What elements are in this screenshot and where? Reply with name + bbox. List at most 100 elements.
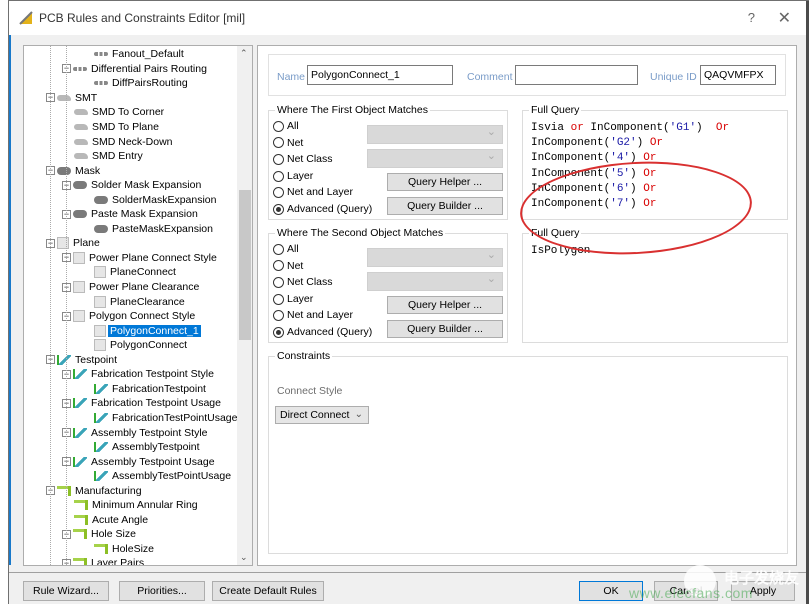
tree-item[interactable]: − Fabrication Testpoint Usage bbox=[62, 396, 223, 411]
tree-item[interactable]: DiffPairsRouting bbox=[94, 76, 190, 91]
tree-scrollbar[interactable]: ⌃ ⌄ bbox=[237, 46, 252, 565]
tree-item[interactable]: − Layer Pairs bbox=[62, 556, 146, 566]
scroll-down-icon[interactable]: ⌄ bbox=[240, 552, 248, 563]
second-query-helper-button[interactable]: Query Helper ... bbox=[387, 296, 503, 314]
tree-item[interactable]: SolderMaskExpansion bbox=[94, 193, 218, 208]
first-full-query-group: Full Query Isvia or InComponent('G1') Or… bbox=[522, 104, 788, 220]
tree-item[interactable]: FabricationTestPointUsage bbox=[94, 411, 239, 426]
tree-item[interactable]: − Manufacturing bbox=[46, 484, 144, 499]
first-radio-net[interactable]: Net bbox=[273, 136, 303, 150]
ok-button[interactable]: OK bbox=[579, 581, 643, 601]
scroll-thumb[interactable] bbox=[239, 190, 251, 340]
route-icon bbox=[94, 52, 108, 57]
unique-id-input[interactable]: QAQVMFPX bbox=[700, 65, 776, 85]
first-radio-layer[interactable]: Layer bbox=[273, 169, 313, 183]
tree-item[interactable]: SMD Entry bbox=[74, 149, 145, 164]
name-input[interactable]: PolygonConnect_1 bbox=[307, 65, 453, 85]
tree-item[interactable]: Acute Angle bbox=[74, 513, 150, 528]
tree-item[interactable]: − Hole Size bbox=[62, 527, 138, 542]
tree-item[interactable]: − Mask bbox=[46, 163, 102, 178]
cancel-button[interactable]: Cancel bbox=[654, 581, 718, 601]
tree-item-label: Assembly Testpoint Style bbox=[91, 426, 208, 439]
first-query-helper-button[interactable]: Query Helper ... bbox=[387, 173, 503, 191]
radio-circle-icon[interactable] bbox=[273, 243, 284, 255]
radio-circle-icon[interactable] bbox=[273, 137, 284, 149]
comment-input[interactable] bbox=[515, 65, 638, 85]
second-radio-all[interactable]: All bbox=[273, 242, 299, 256]
radio-circle-icon[interactable] bbox=[273, 120, 284, 132]
second-full-query-text[interactable]: IsPolygon bbox=[531, 244, 590, 259]
tree-item-label: SMD To Plane bbox=[92, 120, 159, 133]
tree-item[interactable]: − SMT bbox=[46, 91, 99, 106]
first-query-builder-button[interactable]: Query Builder ... bbox=[387, 197, 503, 215]
second-radio-net-and-layer[interactable]: Net and Layer bbox=[273, 308, 353, 322]
tree-item[interactable]: − Fabrication Testpoint Style bbox=[62, 367, 216, 382]
tree-item[interactable]: PlaneConnect bbox=[94, 265, 178, 280]
tree-item[interactable]: SMD To Corner bbox=[74, 105, 166, 120]
query-line: InComponent('6') Or bbox=[531, 182, 729, 197]
create-default-rules-button[interactable]: Create Default Rules bbox=[212, 581, 324, 601]
tree-item[interactable]: AssemblyTestPointUsage bbox=[94, 469, 233, 484]
scroll-up-icon[interactable]: ⌃ bbox=[240, 48, 248, 59]
second-radio-net-class[interactable]: Net Class bbox=[273, 275, 333, 289]
tree-item[interactable]: − Solder Mask Expansion bbox=[62, 178, 203, 193]
radio-circle-icon[interactable] bbox=[273, 153, 284, 165]
first-radio-net-class[interactable]: Net Class bbox=[273, 152, 333, 166]
tree-item-label: Solder Mask Expansion bbox=[91, 179, 202, 192]
plane-icon bbox=[57, 237, 69, 250]
tree-item[interactable]: − Power Plane Connect Style bbox=[62, 251, 219, 266]
radio-circle-icon[interactable] bbox=[273, 276, 284, 288]
priorities-button[interactable]: Priorities... bbox=[119, 581, 205, 601]
second-full-query-group: Full Query IsPolygon bbox=[522, 227, 788, 343]
tree-item[interactable]: − Assembly Testpoint Style bbox=[62, 425, 210, 440]
radio-circle-icon[interactable] bbox=[273, 293, 284, 305]
tree-item[interactable]: SMD To Plane bbox=[74, 120, 161, 135]
rule-tree[interactable]: Fanout_Default − Differential Pairs Routin… bbox=[23, 45, 253, 566]
tree-item[interactable]: SMD Neck-Down bbox=[74, 134, 175, 149]
radio-label: All bbox=[287, 243, 299, 256]
manufacturing-icon bbox=[73, 529, 87, 540]
tree-item[interactable]: Fanout_Default bbox=[94, 47, 186, 62]
tree-item[interactable]: PasteMaskExpansion bbox=[94, 222, 215, 237]
second-query-builder-button[interactable]: Query Builder ... bbox=[387, 320, 503, 338]
apply-button[interactable]: Apply bbox=[731, 581, 795, 601]
close-button[interactable]: ✕ bbox=[778, 8, 791, 28]
first-radio-advanced-query[interactable]: Advanced (Query) bbox=[273, 202, 372, 216]
radio-circle-icon[interactable] bbox=[273, 326, 284, 338]
tree-item[interactable]: − Testpoint bbox=[46, 353, 119, 368]
first-radio-all[interactable]: All bbox=[273, 119, 299, 133]
first-radio-net-and-layer[interactable]: Net and Layer bbox=[273, 185, 353, 199]
radio-circle-icon[interactable] bbox=[273, 310, 284, 322]
radio-label: All bbox=[287, 120, 299, 133]
mask-icon bbox=[57, 166, 71, 175]
radio-circle-icon[interactable] bbox=[273, 170, 284, 182]
second-radio-advanced-query[interactable]: Advanced (Query) bbox=[273, 325, 372, 339]
testpoint-icon bbox=[73, 369, 87, 380]
help-button[interactable]: ? bbox=[748, 10, 755, 25]
connect-style-select[interactable]: Direct Connect ⌄ bbox=[275, 406, 369, 424]
first-full-query-text[interactable]: Isvia or InComponent('G1') Or InComponent… bbox=[531, 121, 729, 212]
tree-item[interactable]: − Assembly Testpoint Usage bbox=[62, 454, 217, 469]
tree-item[interactable]: PolygonConnect_1 bbox=[94, 323, 201, 338]
tree-item[interactable]: AssemblyTestpoint bbox=[94, 440, 202, 455]
tree-item-label: Layer Pairs bbox=[91, 557, 145, 566]
radio-circle-icon[interactable] bbox=[273, 203, 284, 215]
tree-item-label: Plane bbox=[73, 237, 100, 250]
radio-circle-icon[interactable] bbox=[273, 260, 284, 272]
tree-item[interactable]: − Plane bbox=[46, 236, 102, 251]
rule-wizard-button[interactable]: Rule Wizard... bbox=[23, 581, 109, 601]
second-radio-net[interactable]: Net bbox=[273, 259, 303, 273]
tree-item[interactable]: HoleSize bbox=[94, 542, 156, 557]
first-net-combo bbox=[367, 125, 503, 144]
radio-circle-icon[interactable] bbox=[273, 187, 284, 199]
query-function: InComponent( bbox=[531, 167, 611, 180]
tree-item[interactable]: Minimum Annular Ring bbox=[74, 498, 200, 513]
tree-item[interactable]: − Polygon Connect Style bbox=[62, 309, 197, 324]
tree-item[interactable]: FabricationTestpoint bbox=[94, 382, 208, 397]
tree-item[interactable]: PolygonConnect bbox=[94, 338, 189, 353]
tree-item[interactable]: − Differential Pairs Routing bbox=[62, 62, 209, 77]
tree-item[interactable]: PlaneClearance bbox=[94, 294, 187, 309]
second-radio-layer[interactable]: Layer bbox=[273, 292, 313, 306]
tree-item[interactable]: − Paste Mask Expansion bbox=[62, 207, 200, 222]
tree-item[interactable]: − Power Plane Clearance bbox=[62, 280, 201, 295]
